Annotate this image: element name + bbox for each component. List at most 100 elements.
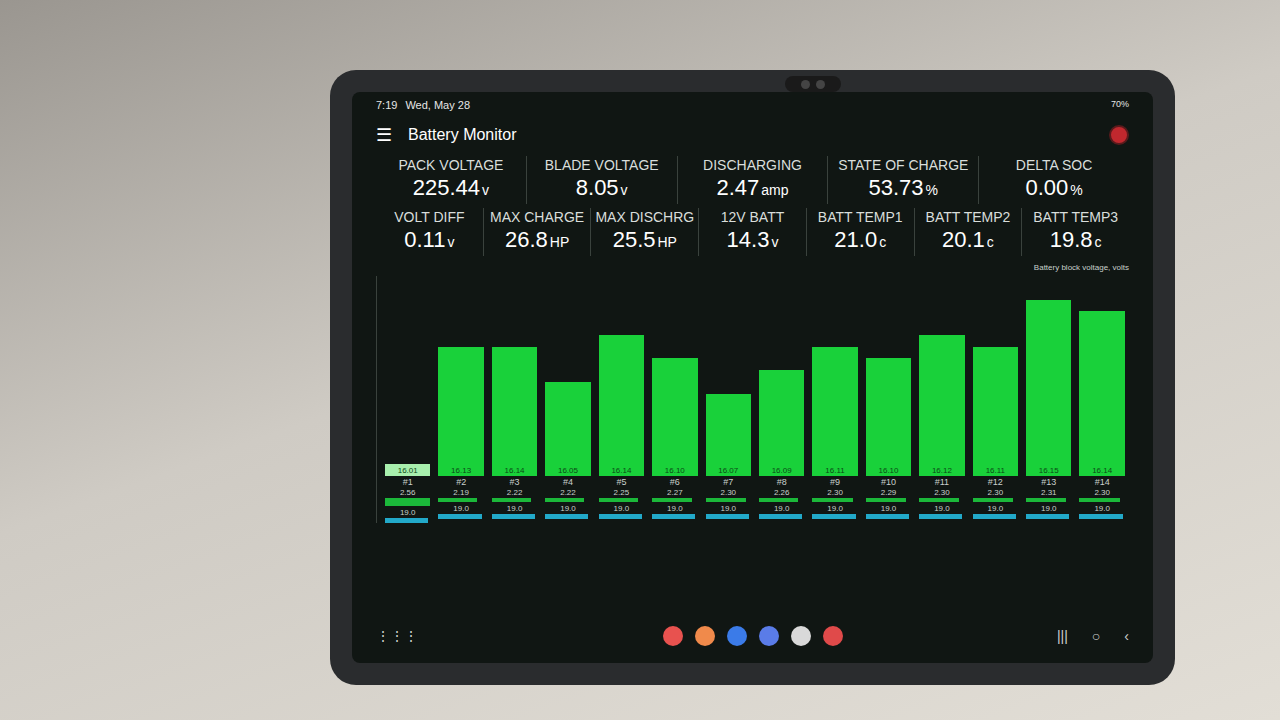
temperature-value: 19.0 [492, 504, 537, 514]
temperature-strip [759, 514, 802, 519]
blade-label: #11 [919, 476, 964, 488]
blade-label: #14 [1079, 476, 1124, 488]
stat-label: BATT TEMP3 [1033, 208, 1118, 226]
temperature-strip [1026, 514, 1069, 519]
status-time: 7:19 [376, 97, 397, 114]
voltage-bar[interactable]: 16.14 [599, 335, 644, 476]
scene: 7:19Wed, May 2870%☰Battery MonitorPACK V… [0, 0, 1280, 720]
blade-label: #2 [438, 476, 483, 488]
stat: VOLT DIFF0.11v [376, 208, 484, 256]
voltage-bar[interactable]: 16.11 [812, 347, 857, 476]
dock-app-icon[interactable] [695, 626, 715, 646]
recording-indicator-icon[interactable] [1109, 125, 1129, 145]
stat-label: STATE OF CHARGE [838, 156, 968, 174]
menu-icon[interactable]: ☰ [376, 122, 392, 149]
stat-value: 0.11v [404, 226, 454, 256]
stat: MAX DISCHRG25.5HP [591, 208, 699, 256]
resistance-value: 2.29 [866, 488, 911, 498]
resistance-value: 2.25 [599, 488, 644, 498]
tablet: 7:19Wed, May 2870%☰Battery MonitorPACK V… [330, 70, 1175, 685]
blade-column: 16.12#112.30 19.0 [915, 276, 968, 519]
app-title: Battery Monitor [408, 123, 516, 147]
stat-value: 14.3v [727, 226, 779, 256]
dock-app-icon[interactable] [791, 626, 811, 646]
resistance-value: 2.30 [973, 488, 1018, 498]
voltage-value: 16.14 [505, 466, 525, 476]
temperature-strip [973, 514, 1016, 519]
temperature-value: 19.0 [812, 504, 857, 514]
temperature-strip [866, 514, 909, 519]
dock-app-icon[interactable] [727, 626, 747, 646]
stat-value: 225.44v [413, 174, 489, 204]
app-drawer-icon[interactable]: ⋮⋮⋮ [376, 626, 496, 647]
stat-label: BLADE VOLTAGE [545, 156, 659, 174]
blade-column: 16.13#22.1919.0 [434, 276, 487, 519]
dock-app-icon[interactable] [663, 626, 683, 646]
voltage-bar[interactable]: 16.01 [385, 464, 430, 476]
blade-label: #5 [599, 476, 644, 488]
blade-column: 16.01#12.5619.0 [381, 276, 434, 523]
voltage-value: 16.14 [1092, 466, 1112, 476]
blade-label: #4 [545, 476, 590, 488]
voltage-bar[interactable]: 16.10 [866, 358, 911, 476]
temperature-strip [652, 514, 695, 519]
stat-label: PACK VOLTAGE [398, 156, 503, 174]
camera [785, 76, 841, 92]
stat-value: 20.1c [942, 226, 994, 256]
dock-app-icon[interactable] [759, 626, 779, 646]
voltage-bar[interactable]: 16.14 [1079, 311, 1124, 476]
recents-icon[interactable]: ||| [1057, 626, 1068, 647]
stat-value: 0.00% [1025, 174, 1082, 204]
resistance-strip [385, 498, 430, 506]
voltage-bar[interactable]: 16.07 [706, 394, 751, 476]
temperature-strip [438, 514, 481, 519]
blade-column: 16.11#122.3019.0 [969, 276, 1022, 519]
back-icon[interactable]: ‹ [1124, 626, 1129, 647]
home-icon[interactable]: ○ [1092, 626, 1100, 647]
screen: 7:19Wed, May 2870%☰Battery MonitorPACK V… [352, 92, 1153, 663]
resistance-value: 2.22 [545, 488, 590, 498]
blade-label: #7 [706, 476, 751, 488]
temperature-value: 19.0 [866, 504, 911, 514]
voltage-value: 16.10 [665, 466, 685, 476]
voltage-bar[interactable]: 16.09 [759, 370, 804, 476]
resistance-strip [919, 498, 959, 502]
voltage-value: 16.13 [451, 466, 471, 476]
blade-label: #12 [973, 476, 1018, 488]
resistance-value: 2.30 [1079, 488, 1124, 498]
resistance-strip [759, 498, 798, 502]
resistance-strip [973, 498, 1013, 502]
voltage-bar[interactable]: 16.05 [545, 382, 590, 476]
blade-label: #9 [812, 476, 857, 488]
voltage-bar[interactable]: 16.13 [438, 347, 483, 476]
voltage-bar[interactable]: 16.15 [1026, 300, 1071, 476]
bottom-bar: ⋮⋮⋮ ||| ○ ‹ [376, 619, 1129, 653]
blade-column: 16.15#132.3119.0 [1022, 276, 1075, 519]
temperature-value: 19.0 [1079, 504, 1124, 514]
blade-column: 16.11#92.30 19.0 [808, 276, 861, 519]
voltage-value: 16.12 [932, 466, 952, 476]
blade-column: 16.07#72.3019.0 [702, 276, 755, 519]
stat-value: 2.47amp [716, 174, 788, 204]
resistance-value: 2.30 [812, 488, 857, 498]
nav-buttons: ||| ○ ‹ [1009, 626, 1129, 647]
temperature-value: 19.0 [919, 504, 964, 514]
blade-label: #10 [866, 476, 911, 488]
temperature-strip [706, 514, 749, 519]
dock-app-icon[interactable] [823, 626, 843, 646]
voltage-bar[interactable]: 16.12 [919, 335, 964, 476]
voltage-bar[interactable]: 16.14 [492, 347, 537, 476]
voltage-bar[interactable]: 16.10 [652, 358, 697, 476]
resistance-strip [599, 498, 638, 502]
resistance-value: 2.30 [919, 488, 964, 498]
stat-value: 53.73% [869, 174, 939, 204]
stat: BATT TEMP121.0c [807, 208, 915, 256]
stat: STATE OF CHARGE53.73% [828, 156, 979, 204]
voltage-value: 16.09 [772, 466, 792, 476]
temperature-value: 19.0 [438, 504, 483, 514]
voltage-bar[interactable]: 16.11 [973, 347, 1018, 476]
voltage-value: 16.10 [878, 466, 898, 476]
blade-label: #1 [385, 476, 430, 488]
temperature-strip [545, 514, 588, 519]
stats-row: VOLT DIFF0.11vMAX CHARGE26.8HPMAX DISCHR… [376, 208, 1129, 256]
